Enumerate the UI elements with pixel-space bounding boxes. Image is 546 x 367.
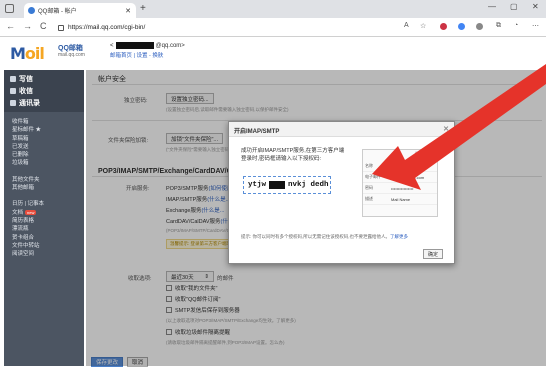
sidebar-item-starred[interactable]: 星标邮件 ★ [12,126,76,134]
sidebar-item-deleted[interactable]: 已删除 [12,151,76,159]
sidebar-item-transfer[interactable]: 文件中转站 [12,242,76,250]
client-example-card: 例: Foxmail 名称 Mail Name 电子邮件 mailbase@qq.c… [362,149,438,217]
card-row: 名称 Mail Name [363,161,437,172]
pen-icon [10,76,16,82]
sidebar-item-bottle[interactable]: 漂流瓶 [12,225,76,233]
sidebar-item-docs[interactable]: 文档 new [12,209,76,217]
sidebar: 写信 收信 通讯录 收件箱 星标邮件 ★ 草稿箱 已发送 已删除 垃圾箱 其他文… [4,70,84,366]
redacted-code [269,181,286,189]
dialog-title: 开启IMAP/SMTP [234,129,280,135]
maximize-button[interactable]: ▢ [510,2,518,11]
tab-close-icon[interactable]: ✕ [125,7,131,15]
sidebar-item-cards[interactable]: 贺卡组合 [12,234,76,242]
sidebar-item-spam[interactable]: 垃圾箱 [12,159,76,167]
contacts-icon [10,100,16,106]
mail-logo[interactable]: Moil [10,44,45,63]
minimize-button[interactable]: — [488,2,496,11]
card-row: 密码 •••••••••••••••• [363,183,437,194]
compose-button[interactable]: 写信 [10,73,78,85]
url-field[interactable]: https://mail.qq.com/cgi-bin/ [58,21,378,34]
extension-icon[interactable] [458,23,465,30]
auth-code-part1: ytjw [248,181,267,189]
browser-tab[interactable]: QQ邮箱 - 帐户 ✕ [24,3,136,18]
extension-icon[interactable] [440,23,447,30]
brand-domain: mail.qq.com [58,52,85,58]
sidebar-item-other-folders[interactable]: 其他文件夹 [12,176,76,184]
auth-code-box[interactable]: ytjw nvkj dedh [243,176,331,194]
extension-icon[interactable] [476,23,483,30]
redacted-username [115,42,154,49]
card-row: 描述 Mail Name [363,194,437,205]
window-menu-icon[interactable] [5,4,14,13]
sidebar-item-resume[interactable]: 简历表格 [12,217,76,225]
dialog-header: 开启IMAP/SMTP ✕ [229,122,454,137]
dialog-note: 提示: 你可以同时有多个授权码,所以无需记住该授权码,也不要泄露给他人。了解更多 [241,234,408,239]
sidebar-item-other-mailboxes[interactable]: 其他邮箱 [12,184,76,192]
back-button[interactable]: ← [6,21,15,31]
profile-icon[interactable]: ◔ [514,22,518,29]
header-links[interactable]: 邮箱首页 | 设置 - 换肤 [110,51,163,59]
sidebar-item-inbox[interactable]: 收件箱 [12,118,76,126]
lock-icon [58,24,64,31]
imap-smtp-dialog: 开启IMAP/SMTP ✕ 成功开启IMAP/SMTP服务,在第三方客户端登录时… [228,121,455,264]
contacts-button[interactable]: 通讯录 [10,97,78,109]
qq-mail-favicon-icon [28,7,35,14]
new-tab-button[interactable]: + [140,3,146,14]
inbox-button[interactable]: 收信 [10,85,78,97]
reload-button[interactable]: C [40,21,47,31]
forward-button[interactable]: → [23,21,32,31]
collections-icon[interactable]: ⧉ [496,22,501,30]
favorite-icon[interactable]: ☆ [420,22,426,30]
sidebar-item-drafts[interactable]: 草稿箱 [12,135,76,143]
new-badge: new [25,209,37,215]
ok-button[interactable]: 确定 [423,249,443,259]
dialog-message: 成功开启IMAP/SMTP服务,在第三方客户端登录时,密码框请输入以下授权码: [241,148,345,162]
close-icon[interactable]: ✕ [443,125,449,133]
url-text: https://mail.qq.com/cgi-bin/ [68,24,146,31]
learn-more-link[interactable]: 了解更多 [390,234,408,239]
read-aloud-icon[interactable]: A [404,22,409,29]
user-account: < @qq.com> [110,42,185,49]
sidebar-item-calendar[interactable]: 日历 | 记事本 [12,200,76,208]
tab-title: QQ邮箱 - 帐户 [38,9,77,15]
card-row: 电子邮件 mailbase@qq.com [363,172,437,183]
auth-code-part2: nvkj dedh [288,181,329,189]
more-menu-icon[interactable]: ⋯ [532,22,539,30]
inbox-icon [10,88,16,94]
close-window-button[interactable]: ✕ [532,2,539,11]
browser-tabbar: QQ邮箱 - 帐户 ✕ + — ▢ ✕ [0,0,546,18]
address-bar-row: ← → C https://mail.qq.com/cgi-bin/ A ☆ ⧉… [0,18,546,37]
sidebar-item-sent[interactable]: 已发送 [12,143,76,151]
sidebar-item-reading[interactable]: 阅读空间 [12,250,76,258]
card-caption: 例: Foxmail [414,151,435,156]
